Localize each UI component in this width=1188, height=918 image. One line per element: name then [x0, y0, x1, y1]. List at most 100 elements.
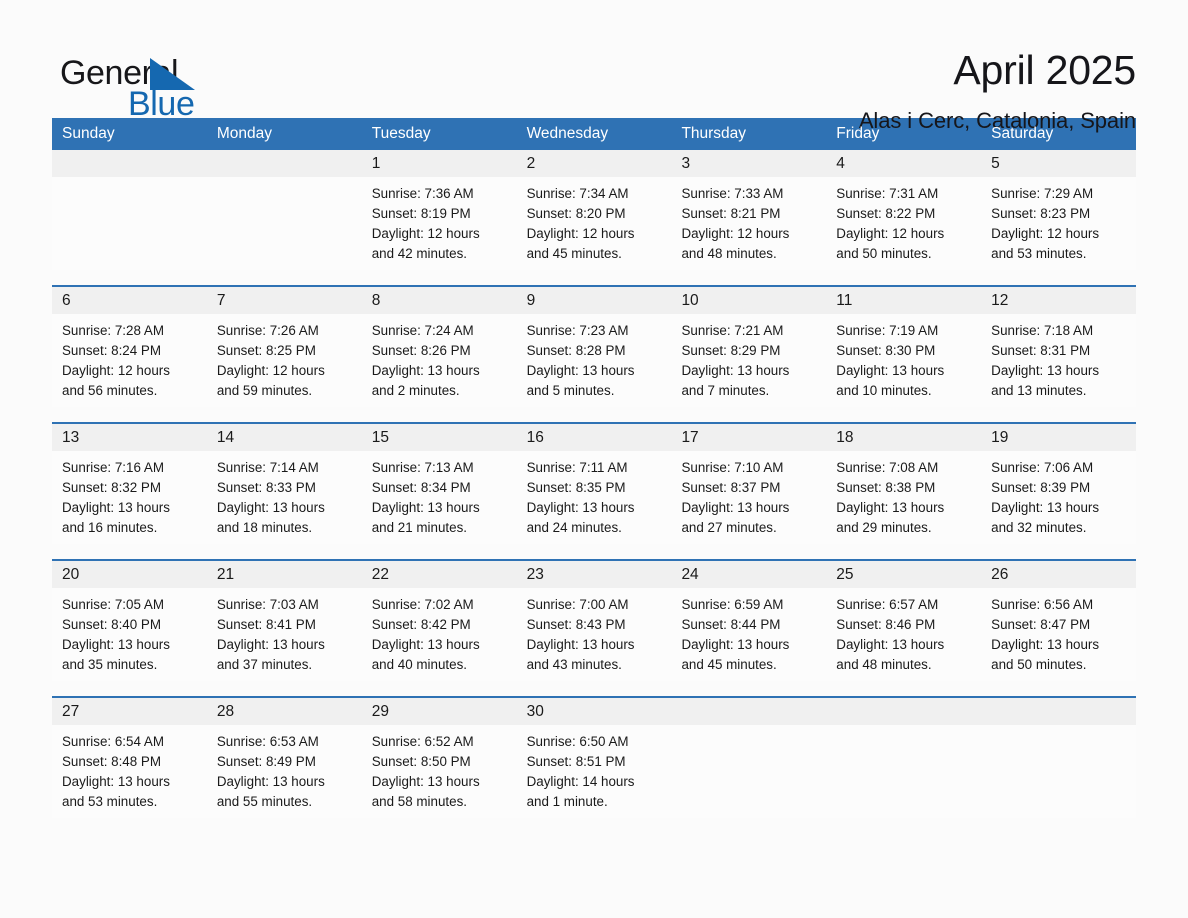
day-number-17[interactable]: 17	[671, 430, 826, 446]
day-cell-30[interactable]: Sunrise: 6:50 AM Sunset: 8:51 PM Daylight:…	[517, 725, 672, 818]
day-cell-17[interactable]: Sunrise: 7:10 AM Sunset: 8:37 PM Daylight:…	[671, 451, 826, 544]
day-daylight-text: Daylight: 12 hours	[62, 363, 170, 378]
day-cell-27[interactable]: Sunrise: 6:54 AM Sunset: 8:48 PM Daylight:…	[52, 725, 207, 818]
day-number-16[interactable]: 16	[517, 430, 672, 446]
day-sunset-text: Sunset: 8:42 PM	[371, 617, 471, 632]
day-sunrise-text: Sunrise: 6:52 AM	[371, 734, 474, 749]
day-sunset-text: Sunset: 8:19 PM	[371, 206, 471, 221]
day-cell-25[interactable]: Sunrise: 6:57 AM Sunset: 8:46 PM Daylight:…	[826, 588, 981, 681]
day-number-24[interactable]: 24	[671, 567, 826, 583]
day-sunrise-text: Sunrise: 7:18 AM	[991, 323, 1094, 338]
day-number-4[interactable]: 4	[826, 156, 981, 172]
day-cell-8[interactable]: Sunrise: 7:24 AM Sunset: 8:26 PM Daylight:…	[362, 314, 517, 407]
day-daylight-text: Daylight: 12 hours	[371, 226, 480, 241]
weekday-header-tuesday: Tuesday	[371, 125, 431, 143]
calendar-week-row: 27 28 29 30 Sunrise: 6:54 AM Sunset: 8:48 PM D…	[52, 696, 1136, 818]
day-detail-row: Sunrise: 7:28 AM Sunset: 8:24 PM Daylight:…	[52, 314, 1136, 407]
day-cell-20[interactable]: Sunrise: 7:05 AM Sunset: 8:40 PM Daylight:…	[52, 588, 207, 681]
day-cell-19[interactable]: Sunrise: 7:06 AM Sunset: 8:39 PM Daylight:…	[981, 451, 1136, 544]
day-cell-12[interactable]: Sunrise: 7:18 AM Sunset: 8:31 PM Daylight:…	[981, 314, 1136, 407]
day-cell-empty	[207, 177, 362, 270]
day-daylight-text: and 40 minutes.	[371, 657, 468, 672]
day-cell-13[interactable]: Sunrise: 7:16 AM Sunset: 8:32 PM Daylight:…	[52, 451, 207, 544]
day-number-21[interactable]: 21	[207, 567, 362, 583]
day-sunset-text: Sunset: 8:20 PM	[526, 206, 626, 221]
day-cell-24[interactable]: Sunrise: 6:59 AM Sunset: 8:44 PM Daylight:…	[671, 588, 826, 681]
day-cell-23[interactable]: Sunrise: 7:00 AM Sunset: 8:43 PM Daylight:…	[517, 588, 672, 681]
day-number-6[interactable]: 6	[52, 293, 207, 309]
day-sunset-text: Sunset: 8:34 PM	[371, 480, 471, 495]
day-daylight-text: and 48 minutes.	[681, 246, 777, 261]
page-header: General Blue April 2025 Alas i Cerc, Cat…	[52, 0, 1136, 133]
day-number-11[interactable]: 11	[826, 293, 981, 309]
day-daylight-text: and 2 minutes.	[371, 383, 460, 398]
day-cell-1[interactable]: Sunrise: 7:36 AM Sunset: 8:19 PM Daylight:…	[362, 177, 517, 270]
day-number-26[interactable]: 26	[981, 567, 1136, 583]
day-cell-26[interactable]: Sunrise: 6:56 AM Sunset: 8:47 PM Daylight:…	[981, 588, 1136, 681]
day-number-30[interactable]: 30	[517, 704, 672, 720]
title-block: April 2025 Alas i Cerc, Catalonia, Spain	[859, 46, 1136, 134]
day-daylight-text: and 18 minutes.	[216, 520, 313, 535]
day-cell-5[interactable]: Sunrise: 7:29 AM Sunset: 8:23 PM Daylight:…	[981, 177, 1136, 270]
day-number-7[interactable]: 7	[207, 293, 362, 309]
day-number-27[interactable]: 27	[52, 704, 207, 720]
day-number-8[interactable]: 8	[362, 293, 517, 309]
calendar-page: General Blue April 2025 Alas i Cerc, Cat…	[0, 0, 1188, 918]
day-daylight-text: and 29 minutes.	[836, 520, 932, 535]
day-number-9[interactable]: 9	[517, 293, 672, 309]
day-number-15[interactable]: 15	[362, 430, 517, 446]
day-cell-15[interactable]: Sunrise: 7:13 AM Sunset: 8:34 PM Daylight:…	[362, 451, 517, 544]
day-daylight-text: and 48 minutes.	[836, 657, 932, 672]
day-number-22[interactable]: 22	[362, 567, 517, 583]
day-cell-9[interactable]: Sunrise: 7:23 AM Sunset: 8:28 PM Daylight:…	[517, 314, 672, 407]
day-number-13[interactable]: 13	[52, 430, 207, 446]
day-daylight-text: and 27 minutes.	[681, 520, 777, 535]
day-sunset-text: Sunset: 8:30 PM	[836, 343, 936, 358]
day-daylight-text: Daylight: 12 hours	[991, 226, 1100, 241]
day-number-row: 6 7 8 9 10 11 12	[52, 287, 1136, 314]
day-daylight-text: Daylight: 13 hours	[62, 774, 170, 789]
day-number-14[interactable]: 14	[207, 430, 362, 446]
day-number-23[interactable]: 23	[517, 567, 672, 583]
day-cell-16[interactable]: Sunrise: 7:11 AM Sunset: 8:35 PM Daylight:…	[517, 451, 672, 544]
day-number-3[interactable]: 3	[671, 156, 826, 172]
day-daylight-text: Daylight: 13 hours	[526, 363, 635, 378]
day-cell-10[interactable]: Sunrise: 7:21 AM Sunset: 8:29 PM Daylight:…	[671, 314, 826, 407]
day-number-12[interactable]: 12	[981, 293, 1136, 309]
day-daylight-text: and 45 minutes.	[681, 657, 777, 672]
day-cell-11[interactable]: Sunrise: 7:19 AM Sunset: 8:30 PM Daylight:…	[826, 314, 981, 407]
day-number-18[interactable]: 18	[826, 430, 981, 446]
day-cell-21[interactable]: Sunrise: 7:03 AM Sunset: 8:41 PM Daylight:…	[207, 588, 362, 681]
day-sunrise-text: Sunrise: 7:11 AM	[526, 460, 628, 475]
day-number-5[interactable]: 5	[981, 156, 1136, 172]
day-cell-29[interactable]: Sunrise: 6:52 AM Sunset: 8:50 PM Daylight:…	[362, 725, 517, 818]
day-daylight-text: and 13 minutes.	[991, 383, 1087, 398]
day-sunset-text: Sunset: 8:33 PM	[216, 480, 316, 495]
day-cell-2[interactable]: Sunrise: 7:34 AM Sunset: 8:20 PM Daylight:…	[517, 177, 672, 270]
day-number-2[interactable]: 2	[517, 156, 672, 172]
day-daylight-text: Daylight: 12 hours	[216, 363, 325, 378]
day-cell-4[interactable]: Sunrise: 7:31 AM Sunset: 8:22 PM Daylight:…	[826, 177, 981, 270]
day-number-10[interactable]: 10	[671, 293, 826, 309]
day-cell-7[interactable]: Sunrise: 7:26 AM Sunset: 8:25 PM Daylight:…	[207, 314, 362, 407]
day-sunset-text: Sunset: 8:25 PM	[216, 343, 316, 358]
day-cell-28[interactable]: Sunrise: 6:53 AM Sunset: 8:49 PM Daylight:…	[207, 725, 362, 818]
day-cell-6[interactable]: Sunrise: 7:28 AM Sunset: 8:24 PM Daylight:…	[52, 314, 207, 407]
day-daylight-text: and 53 minutes.	[62, 794, 158, 809]
day-cell-18[interactable]: Sunrise: 7:08 AM Sunset: 8:38 PM Daylight:…	[826, 451, 981, 544]
day-daylight-text: and 16 minutes.	[62, 520, 158, 535]
day-number-1[interactable]: 1	[362, 156, 517, 172]
day-number-20[interactable]: 20	[52, 567, 207, 583]
day-cell-22[interactable]: Sunrise: 7:02 AM Sunset: 8:42 PM Daylight:…	[362, 588, 517, 681]
day-sunrise-text: Sunrise: 7:34 AM	[526, 186, 629, 201]
day-sunrise-text: Sunrise: 7:24 AM	[371, 323, 474, 338]
day-daylight-text: Daylight: 13 hours	[62, 637, 170, 652]
day-number-29[interactable]: 29	[362, 704, 517, 720]
day-number-28[interactable]: 28	[207, 704, 362, 720]
day-number-19[interactable]: 19	[981, 430, 1136, 446]
day-number-25[interactable]: 25	[826, 567, 981, 583]
day-number-row: 12345	[52, 150, 1136, 177]
day-number-row: 27 28 29 30	[52, 698, 1136, 725]
day-cell-3[interactable]: Sunrise: 7:33 AM Sunset: 8:21 PM Daylight:…	[671, 177, 826, 270]
day-cell-14[interactable]: Sunrise: 7:14 AM Sunset: 8:33 PM Daylight:…	[207, 451, 362, 544]
